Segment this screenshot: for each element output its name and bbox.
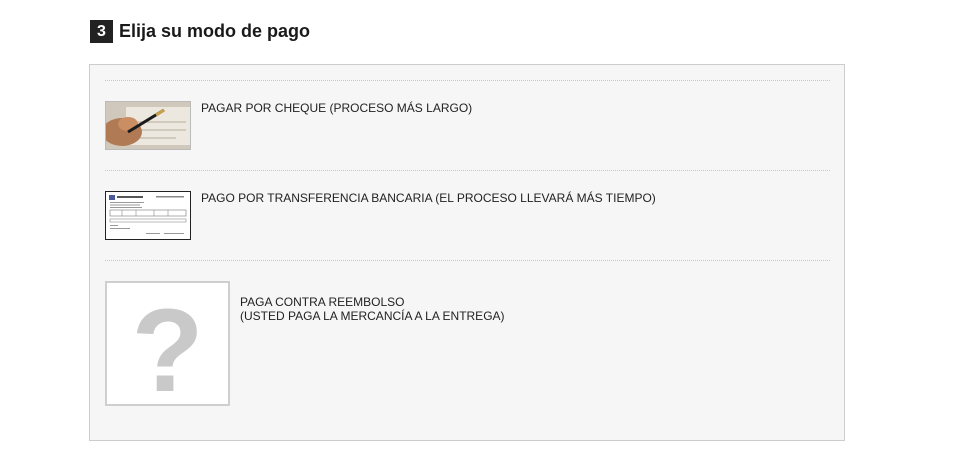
step-header: 3 Elija su modo de pago (90, 20, 310, 43)
divider (105, 260, 830, 261)
payment-options-panel: PAGAR POR CHEQUE (PROCESO MÁS LARGO) PAG… (89, 64, 845, 441)
divider (105, 170, 830, 171)
option-label-cash-on-delivery[interactable]: PAGA CONTRA REEMBOLSO (USTED PAGA LA MER… (240, 295, 505, 323)
question-mark-icon[interactable]: ? (105, 281, 230, 410)
step-number-badge: 3 (90, 20, 113, 43)
step-title: Elija su modo de pago (119, 21, 311, 41)
option-label-cod-line1: PAGA CONTRA REEMBOLSO (240, 295, 405, 309)
payment-option-bank-transfer[interactable]: PAGO POR TRANSFERENCIA BANCARIA (EL PROC… (105, 191, 656, 240)
bank-transfer-form-icon[interactable] (105, 191, 191, 240)
divider (105, 80, 830, 81)
payment-option-cheque[interactable]: PAGAR POR CHEQUE (PROCESO MÁS LARGO) (105, 101, 472, 150)
option-label-bank-transfer[interactable]: PAGO POR TRANSFERENCIA BANCARIA (EL PROC… (201, 191, 656, 205)
payment-option-cash-on-delivery[interactable]: ? PAGA CONTRA REEMBOLSO (USTED PAGA LA M… (105, 281, 505, 410)
option-label-cod-line2: (USTED PAGA LA MERCANCÍA A LA ENTREGA) (240, 309, 505, 323)
cheque-photo-icon[interactable] (105, 101, 191, 150)
question-mark-glyph: ? (131, 284, 204, 417)
option-label-cheque[interactable]: PAGAR POR CHEQUE (PROCESO MÁS LARGO) (201, 101, 472, 115)
